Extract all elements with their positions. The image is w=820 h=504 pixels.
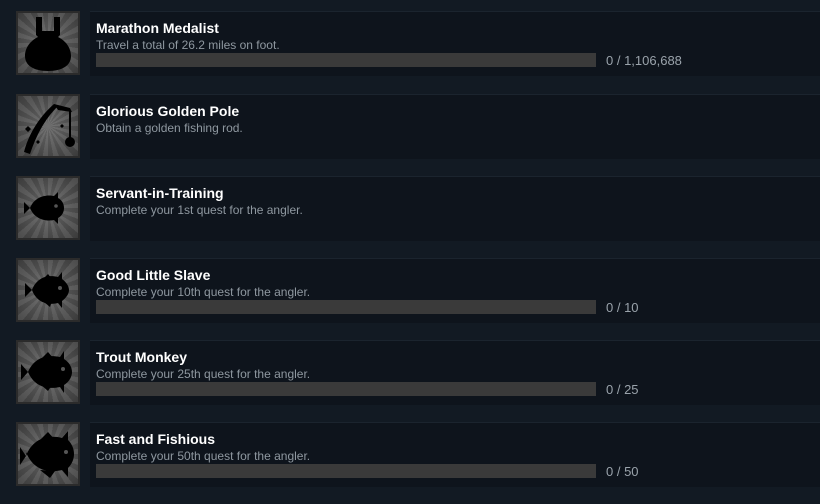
achievement-row: Glorious Golden Pole Obtain a golden fis… <box>0 94 820 176</box>
achievement-row: Marathon Medalist Travel a total of 26.2… <box>0 11 820 93</box>
achievement-description: Complete your 50th quest for the angler. <box>96 449 311 463</box>
achievement-list: Marathon Medalist Travel a total of 26.2… <box>0 0 820 495</box>
achievement-row: Servant-in-Training Complete your 1st qu… <box>0 176 820 258</box>
achievement-title: Good Little Slave <box>96 267 211 283</box>
progress-bar <box>96 382 596 396</box>
achievement-description: Travel a total of 26.2 miles on foot. <box>96 38 280 52</box>
progress-text: 0 / 10 <box>606 300 639 315</box>
achievement-title: Glorious Golden Pole <box>96 103 240 119</box>
achievement-title: Trout Monkey <box>96 349 188 365</box>
progress-bar <box>96 300 596 314</box>
achievement-description: Complete your 1st quest for the angler. <box>96 203 303 217</box>
big-fish-icon <box>16 422 80 486</box>
achievement-panel: Good Little Slave Complete your 10th que… <box>90 258 820 323</box>
progress-bar <box>96 464 596 478</box>
achievement-title: Fast and Fishious <box>96 431 216 447</box>
achievement-row: Trout Monkey Complete your 25th quest fo… <box>0 340 820 422</box>
progress-bar <box>96 53 596 67</box>
large-fish-icon <box>16 340 80 404</box>
fish-icon <box>16 258 80 322</box>
achievement-panel: Trout Monkey Complete your 25th quest fo… <box>90 340 820 405</box>
achievement-row: Good Little Slave Complete your 10th que… <box>0 258 820 340</box>
achievement-description: Complete your 10th quest for the angler. <box>96 285 311 299</box>
achievement-title: Servant-in-Training <box>96 185 224 201</box>
progress-text: 0 / 1,106,688 <box>606 53 682 68</box>
progress-text: 0 / 25 <box>606 382 639 397</box>
achievement-title: Marathon Medalist <box>96 20 219 36</box>
achievement-panel: Servant-in-Training Complete your 1st qu… <box>90 176 820 241</box>
achievement-description: Obtain a golden fishing rod. <box>96 121 243 135</box>
small-fish-icon <box>16 176 80 240</box>
fishing-rod-icon <box>16 94 80 158</box>
achievement-row: Fast and Fishious Complete your 50th que… <box>0 422 820 504</box>
achievement-description: Complete your 25th quest for the angler. <box>96 367 311 381</box>
achievement-panel: Marathon Medalist Travel a total of 26.2… <box>90 11 820 76</box>
achievement-panel: Fast and Fishious Complete your 50th que… <box>90 422 820 487</box>
medal-icon <box>16 11 80 75</box>
achievement-panel: Glorious Golden Pole Obtain a golden fis… <box>90 94 820 159</box>
progress-text: 0 / 50 <box>606 464 639 479</box>
